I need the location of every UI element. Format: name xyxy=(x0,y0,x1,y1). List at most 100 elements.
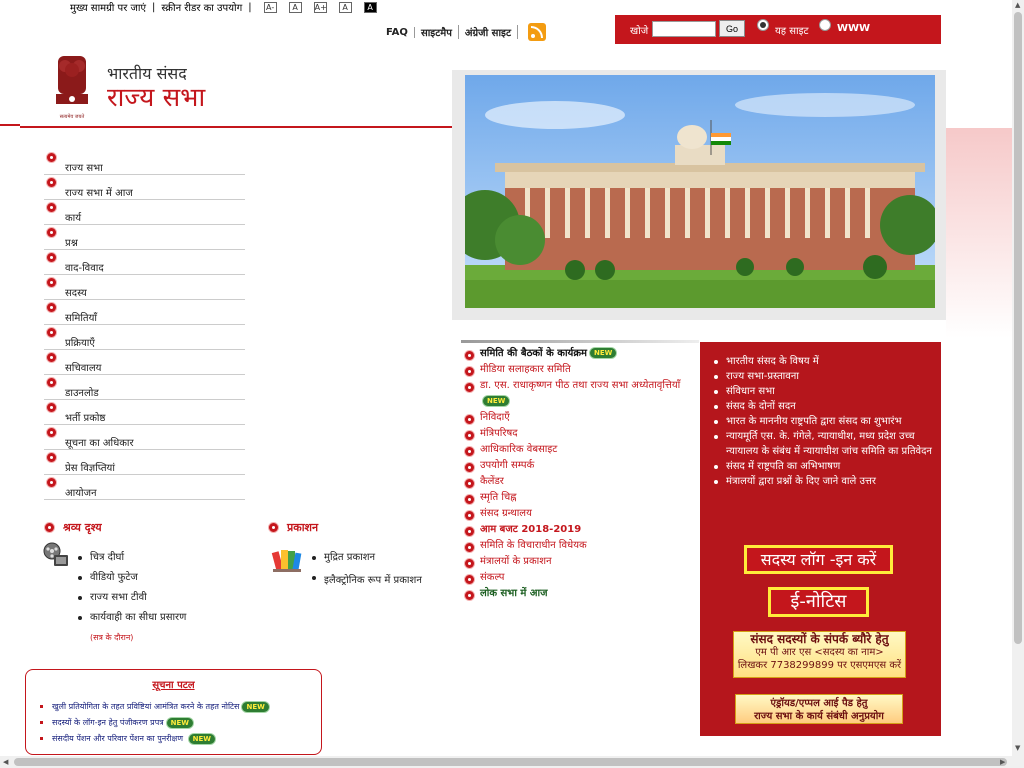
logo-line-2[interactable]: राज्य सभा xyxy=(107,78,205,114)
utility-links: FAQ साइटमैप अंग्रेजी साइट xyxy=(380,23,546,41)
nav-item-rti[interactable]: सूचना का अधिकार xyxy=(44,425,245,450)
english-site-link[interactable]: अंग्रेजी साइट xyxy=(459,25,518,39)
info-link[interactable]: संसद में राष्ट्रपति का अभिभाषण xyxy=(714,459,938,474)
info-link[interactable]: न्यायमूर्ति एस. के. गंगेले, न्यायाधीश, म… xyxy=(714,429,938,459)
link-council-of-ministers[interactable]: मंत्रिपरिषद xyxy=(464,426,699,442)
info-link[interactable]: संविधान सभा xyxy=(714,384,938,399)
nav-label: समितियाँ xyxy=(65,313,98,324)
link-calendar[interactable]: कैलेंडर xyxy=(464,474,699,490)
info-link[interactable]: मंत्रालयों द्वारा प्रश्नों के दिए जाने व… xyxy=(714,474,938,489)
info-link[interactable]: भारतीय संसद के विषय में xyxy=(714,354,938,369)
bullet-icon xyxy=(46,177,57,188)
link-committee-meetings[interactable]: समिति की बैठकों के कार्यक्रम NEW xyxy=(464,346,699,362)
bullet-icon xyxy=(464,366,475,377)
horizontal-scroll-thumb[interactable] xyxy=(14,758,1007,766)
info-link[interactable]: संसद के दोनों सदन xyxy=(714,399,938,414)
scroll-up-icon[interactable]: ▲ xyxy=(1015,1,1020,9)
rss-icon[interactable] xyxy=(527,23,546,41)
notice-board-title[interactable]: सूचना पटल xyxy=(26,677,321,691)
link-library[interactable]: संसद ग्रन्थालय xyxy=(464,506,699,522)
faq-link[interactable]: FAQ xyxy=(380,26,415,38)
publications-list: मुद्रित प्रकाशन इलैक्ट्रोनिक रूप में प्र… xyxy=(312,551,432,591)
nav-item-today[interactable]: राज्य सभा में आज xyxy=(44,175,245,200)
film-reel-icon xyxy=(43,542,68,566)
font-decrease-button[interactable]: A- xyxy=(263,1,277,13)
bullet-icon xyxy=(268,522,279,533)
nav-item-secretariat[interactable]: सचिवालय xyxy=(44,350,245,375)
search-scope-site-radio[interactable] xyxy=(757,19,769,31)
nav-item-procedures[interactable]: प्रक्रियाएँ xyxy=(44,325,245,350)
search-go-button[interactable]: Go xyxy=(719,20,745,37)
link-radhakrishnan-chair[interactable]: डा. एस. राधाकृष्णन पीठ तथा राज्य सभा अध्… xyxy=(464,378,699,410)
notice-item[interactable]: सदस्यों के लॉग-इन हेतु पंजीकरण प्रपत्र NE… xyxy=(40,716,270,732)
link-label: समिति के विचाराधीन विधेयक xyxy=(480,540,587,551)
link-bills-pending[interactable]: समिति के विचाराधीन विधेयक xyxy=(464,538,699,554)
scroll-right-icon[interactable]: ▶ xyxy=(1000,758,1005,766)
nav-item-business[interactable]: कार्य xyxy=(44,200,245,225)
list-item[interactable]: चित्र दीर्घा xyxy=(78,551,248,571)
info-link[interactable]: भारत के माननीय राष्ट्रपति द्वारा संसद का… xyxy=(714,414,938,429)
list-item[interactable]: वीडियो फुटेज xyxy=(78,571,248,591)
list-item[interactable]: मुद्रित प्रकाशन xyxy=(312,551,432,571)
nav-label: कार्य xyxy=(65,213,82,224)
notice-item[interactable]: संसदीय पेंशन और परिवार पेंशन का पुनरीक्ष… xyxy=(40,732,270,748)
contact-line-3: लिखकर 7738299899 पर एसएमएस करें xyxy=(737,660,902,671)
separator: | xyxy=(248,1,252,13)
new-badge: NEW xyxy=(482,395,511,407)
audio-visual-list: चित्र दीर्घा वीडियो फुटेज राज्य सभा टीवी… xyxy=(78,551,248,631)
nav-item-debates[interactable]: वाद-विवाद xyxy=(44,250,245,275)
nav-item-downloads[interactable]: डाउनलोड xyxy=(44,375,245,400)
e-notice-button[interactable]: ई-नोटिस xyxy=(768,587,869,617)
link-memento[interactable]: स्मृति चिह्न xyxy=(464,490,699,506)
vertical-scroll-thumb[interactable] xyxy=(1014,12,1022,644)
skip-to-content-link[interactable]: मुख्य सामग्री पर जाएं xyxy=(70,0,146,14)
link-budget[interactable]: आम बजट 2018-2019 xyxy=(464,522,699,538)
link-official-website[interactable]: आधिकारिक वेबसाइट xyxy=(464,442,699,458)
list-item[interactable]: इलैक्ट्रोनिक रूप में प्रकाशन xyxy=(312,571,432,591)
search-scope-www-radio[interactable] xyxy=(819,19,831,31)
link-label: मंत्रिपरिषद xyxy=(480,428,518,439)
contrast-dark-button[interactable]: A xyxy=(363,1,377,13)
link-lok-sabha-today[interactable]: लोक सभा में आज xyxy=(464,586,699,602)
sms-contact-banner[interactable]: संसद सदस्यों के संपर्क ब्यौरे हेतु एम पी… xyxy=(733,631,906,678)
link-resolutions[interactable]: संकल्प xyxy=(464,570,699,586)
nav-item-committees[interactable]: समितियाँ xyxy=(44,300,245,325)
list-item[interactable]: राज्य सभा टीवी xyxy=(78,591,248,611)
scroll-left-icon[interactable]: ◀ xyxy=(3,758,8,766)
link-useful-contacts[interactable]: उपयोगी सम्पर्क xyxy=(464,458,699,474)
link-media-advisory[interactable]: मीडिया सलाहकार समिति xyxy=(464,362,699,378)
font-normal-button[interactable]: A xyxy=(288,1,302,13)
contrast-light-button[interactable]: A xyxy=(338,1,352,13)
nav-item-recruitment[interactable]: भर्ती प्रकोष्ठ xyxy=(44,400,245,425)
bullet-icon xyxy=(464,558,475,569)
header-divider-left xyxy=(0,124,20,126)
nav-item-questions[interactable]: प्रश्न xyxy=(44,225,245,250)
nav-item-press-releases[interactable]: प्रेस विज्ञप्तियां xyxy=(44,450,245,475)
scroll-down-icon[interactable]: ▼ xyxy=(1015,744,1020,752)
link-ministry-publications[interactable]: मंत्रालयों के प्रकाशन xyxy=(464,554,699,570)
bullet-icon xyxy=(464,574,475,585)
member-login-button[interactable]: सदस्य लॉग -इन करें xyxy=(744,545,893,574)
nav-item-members[interactable]: सदस्य xyxy=(44,275,245,300)
notice-item[interactable]: खुली प्रतियोगिता के तहत प्रविष्टियां आमं… xyxy=(40,700,270,716)
nav-item-rajya-sabha[interactable]: राज्य सभा xyxy=(44,150,245,175)
notice-text: सदस्यों के लॉग-इन हेतु पंजीकरण प्रपत्र xyxy=(52,718,164,727)
bullet-icon xyxy=(464,382,475,393)
vertical-scrollbar[interactable]: ▲ ▼ xyxy=(1012,0,1024,756)
font-increase-button[interactable]: A+ xyxy=(313,1,327,13)
search-input[interactable] xyxy=(652,21,716,37)
link-label: संसद ग्रन्थालय xyxy=(480,508,532,519)
nav-label: प्रक्रियाएँ xyxy=(65,338,95,349)
list-item[interactable]: कार्यवाही का सीधा प्रसारण xyxy=(78,611,248,631)
nav-item-events[interactable]: आयोजन xyxy=(44,475,245,500)
info-link[interactable]: राज्य सभा-प्रस्तावना xyxy=(714,369,938,384)
national-emblem-logo[interactable]: सत्यमेव जयते xyxy=(52,52,92,122)
screen-reader-link[interactable]: स्क्रीन रीडर का उपयोग xyxy=(161,0,242,14)
nav-label: डाउनलोड xyxy=(65,388,99,399)
sitemap-link[interactable]: साइटमैप xyxy=(415,25,459,39)
link-tenders[interactable]: निविदाएँ xyxy=(464,410,699,426)
horizontal-scrollbar[interactable]: ◀ ▶ xyxy=(0,756,1024,768)
mobile-app-banner[interactable]: एंड्रॉयड/एप्पल आई पैड हेतु राज्य सभा के … xyxy=(735,694,903,724)
accessibility-bar: मुख्य सामग्री पर जाएं | स्क्रीन रीडर का … xyxy=(70,0,377,14)
link-label: स्मृति चिह्न xyxy=(480,492,517,503)
